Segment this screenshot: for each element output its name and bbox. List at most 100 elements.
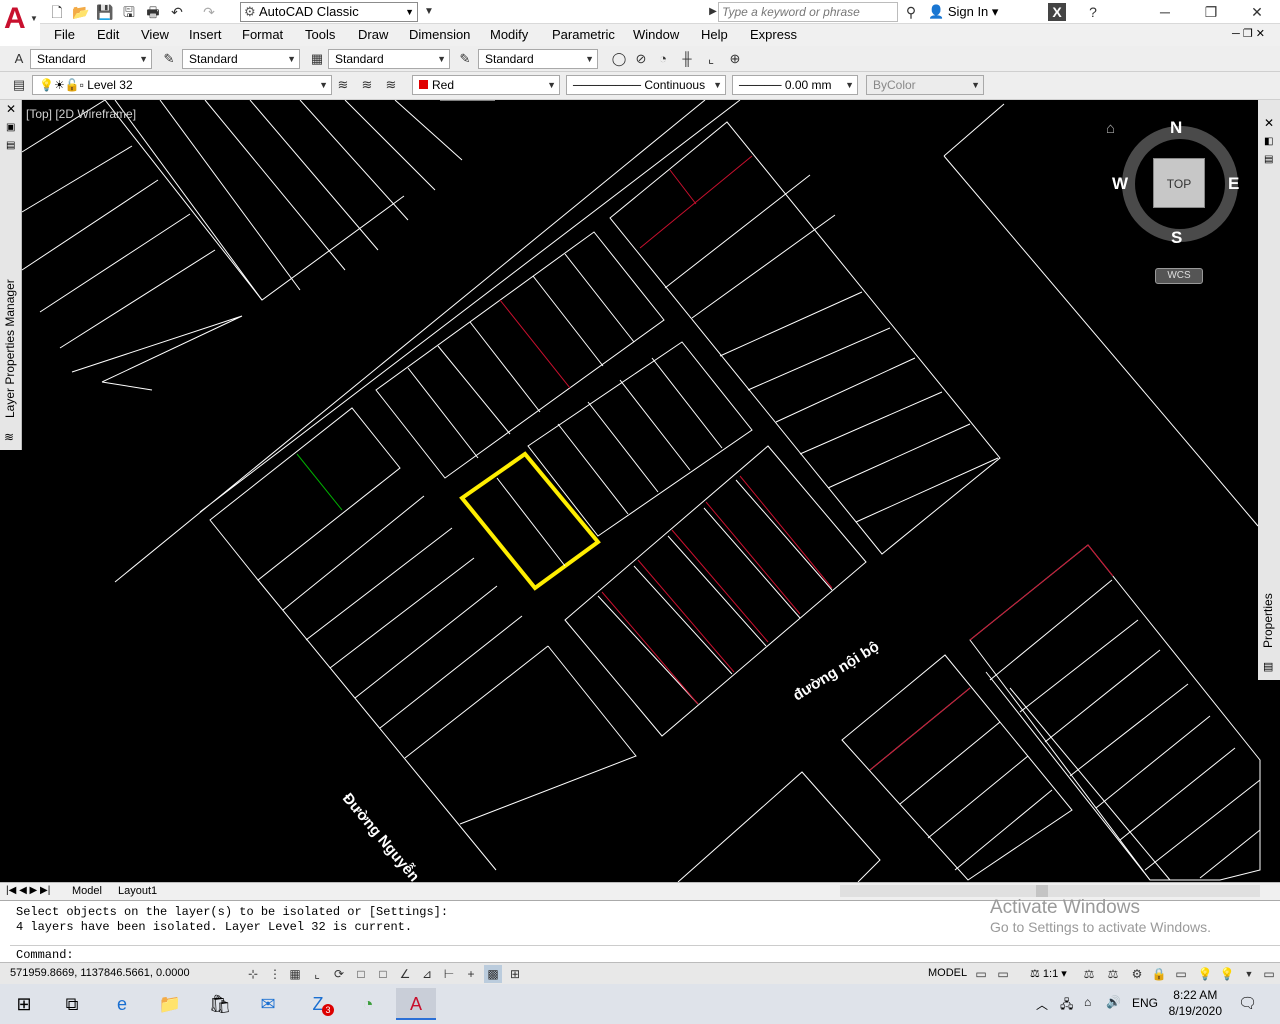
ortho-icon[interactable]: ⌞ bbox=[308, 965, 326, 983]
menu-edit[interactable]: Edit bbox=[97, 27, 119, 42]
plotstyle-select[interactable]: ByColor ▼ bbox=[866, 75, 984, 95]
menu-window[interactable]: Window bbox=[633, 27, 679, 42]
properties-icon[interactable]: ▤ bbox=[1264, 154, 1273, 165]
viewcube[interactable]: TOP N S E W WCS ⌂ bbox=[1106, 116, 1242, 286]
file-explorer-icon[interactable]: 📁 bbox=[150, 988, 190, 1020]
command-input[interactable]: Command: bbox=[10, 945, 1280, 963]
hardware-accel-icon[interactable]: ▭ bbox=[1172, 965, 1190, 983]
app-menu-button[interactable]: A ▼ bbox=[0, 0, 40, 46]
make-current-icon[interactable]: ≋ bbox=[334, 76, 352, 94]
isolate-objects-icon[interactable]: 💡 bbox=[1196, 965, 1214, 983]
menu-file[interactable]: File bbox=[54, 27, 75, 42]
store-icon[interactable]: 🛍 bbox=[200, 988, 240, 1020]
menu-help[interactable]: Help bbox=[701, 27, 728, 42]
isolate-objects-icon[interactable]: 💡 bbox=[1218, 965, 1236, 983]
autohide-icon[interactable]: ◧ bbox=[1264, 136, 1273, 147]
autoscale-icon[interactable]: ⚖ bbox=[1104, 965, 1122, 983]
new-icon[interactable]: 🗋 bbox=[48, 3, 66, 21]
tab-layout1[interactable]: Layout1 bbox=[118, 885, 157, 897]
menu-parametric[interactable]: Parametric bbox=[552, 27, 615, 42]
minimize-icon[interactable]: ─ bbox=[1142, 0, 1188, 24]
layer-properties-palette[interactable]: ✕ ▣ ▤ Layer Properties Manager ≋ bbox=[0, 100, 22, 450]
open-icon[interactable]: 📂 bbox=[72, 3, 90, 21]
compass-north[interactable]: N bbox=[1170, 118, 1182, 138]
status-menu-icon[interactable]: ▼ bbox=[1240, 965, 1258, 983]
dim-style-icon[interactable]: ✎ bbox=[160, 50, 178, 68]
annotation-visibility-icon[interactable]: ⚖ bbox=[1080, 965, 1098, 983]
annotation-scale[interactable]: ⚖ 1:1 ▾ bbox=[1030, 967, 1067, 980]
menu-draw[interactable]: Draw bbox=[358, 27, 388, 42]
lineweight-select[interactable]: ───── 0.00 mm ▼ bbox=[732, 75, 858, 95]
grid-icon[interactable]: ╫ bbox=[678, 50, 696, 68]
close-icon[interactable]: ✕ bbox=[6, 102, 16, 116]
lock-icon[interactable]: 🔒 bbox=[1150, 965, 1168, 983]
layer-manager-icon[interactable]: ▤ bbox=[10, 76, 28, 94]
undo-icon[interactable]: ↶ bbox=[168, 3, 186, 21]
binoculars-icon[interactable]: ⚲ bbox=[902, 3, 920, 21]
close-icon[interactable]: ✕ bbox=[1264, 116, 1274, 130]
menu-view[interactable]: View bbox=[141, 27, 169, 42]
exchange-icon[interactable]: X bbox=[1048, 3, 1066, 21]
text-style-select[interactable]: Standard ▼ bbox=[30, 49, 152, 69]
qp-icon[interactable]: ⊞ bbox=[506, 965, 524, 983]
sign-in-button[interactable]: 👤 Sign In ▾ bbox=[928, 4, 998, 20]
layer-previous-icon[interactable]: ≋ bbox=[358, 76, 376, 94]
plot-icon[interactable]: 🖶 bbox=[144, 3, 162, 21]
viewport-label[interactable]: [Top] [2D Wireframe] bbox=[26, 107, 136, 121]
compass-east[interactable]: E bbox=[1228, 174, 1239, 194]
layers-icon[interactable]: ≋ bbox=[4, 430, 14, 444]
ellipse-icon[interactable]: ◔ bbox=[654, 50, 672, 68]
polar-icon[interactable]: ⟳ bbox=[330, 965, 348, 983]
redo-icon[interactable]: ↷ bbox=[200, 3, 218, 21]
dyn-icon[interactable]: ⊢ bbox=[440, 965, 458, 983]
menu-dimension[interactable]: Dimension bbox=[409, 27, 470, 42]
infer-icon[interactable]: ⊹ bbox=[244, 965, 262, 983]
menu-tools[interactable]: Tools bbox=[305, 27, 335, 42]
coordinates-readout[interactable]: 571959.8669, 1137846.5661, 0.0000 bbox=[10, 967, 190, 979]
edge-icon[interactable]: e bbox=[102, 988, 142, 1020]
zalo-icon[interactable]: Z bbox=[298, 988, 338, 1020]
osnap-icon[interactable]: □ bbox=[352, 965, 370, 983]
linetype-select[interactable]: ──────── Continuous ▼ bbox=[566, 75, 726, 95]
viewcube-top-face[interactable]: TOP bbox=[1153, 158, 1205, 208]
circle-icon[interactable]: ◯ bbox=[610, 50, 628, 68]
grid-icon[interactable]: ▦ bbox=[286, 965, 304, 983]
mleader-style-icon[interactable]: ✎ bbox=[456, 50, 474, 68]
text-style-icon[interactable]: A bbox=[10, 50, 28, 68]
menu-format[interactable]: Format bbox=[242, 27, 283, 42]
quick-view-drawings-icon[interactable]: ▭ bbox=[994, 965, 1012, 983]
save-icon[interactable]: 💾 bbox=[96, 3, 114, 21]
menu-express[interactable]: Express bbox=[750, 27, 797, 42]
color-select[interactable]: Red ▼ bbox=[412, 75, 560, 95]
wifi-icon[interactable]: ⌂ bbox=[1084, 995, 1091, 1009]
3dosnap-icon[interactable]: □ bbox=[374, 965, 392, 983]
model-space-button[interactable]: MODEL bbox=[928, 967, 967, 979]
dim-style-select[interactable]: Standard ▼ bbox=[182, 49, 300, 69]
ducs-icon[interactable]: ⊿ bbox=[418, 965, 436, 983]
layer-select[interactable]: 💡☀🔓▫ Level 32 ▼ bbox=[32, 75, 332, 95]
compass-west[interactable]: W bbox=[1112, 174, 1128, 194]
properties-palette[interactable]: ✕ ◧ ▤ Properties ▤ bbox=[1258, 100, 1280, 680]
no-circle-icon[interactable]: ⊘ bbox=[632, 50, 650, 68]
chart-icon[interactable]: ⌞ bbox=[702, 50, 720, 68]
tab-nav-arrows[interactable]: |◀ ◀ ▶ ▶| bbox=[6, 885, 50, 896]
table-style-icon[interactable]: ▦ bbox=[308, 50, 326, 68]
mail-icon[interactable]: ✉ bbox=[248, 988, 288, 1020]
volume-icon[interactable]: 🔊 bbox=[1106, 995, 1121, 1009]
notifications-icon[interactable]: 🗨 bbox=[1238, 994, 1257, 1012]
clock[interactable]: 8:22 AM 8/19/2020 bbox=[1169, 987, 1222, 1019]
transparency-icon[interactable]: ▩ bbox=[484, 965, 502, 983]
restore-icon[interactable]: ❐ bbox=[1188, 0, 1234, 24]
compass-south[interactable]: S bbox=[1171, 228, 1182, 248]
help-icon[interactable]: ? bbox=[1084, 3, 1102, 21]
menu-insert[interactable]: Insert bbox=[189, 27, 222, 42]
language-indicator[interactable]: ENG bbox=[1132, 996, 1158, 1010]
tab-model[interactable]: Model bbox=[72, 885, 102, 897]
tray-chevron-icon[interactable]: ︿ bbox=[1036, 996, 1048, 1013]
properties-icon[interactable]: ▤ bbox=[1263, 660, 1273, 673]
workspace-select[interactable]: ⚙ AutoCAD Classic ▼ bbox=[240, 2, 418, 22]
menu-modify[interactable]: Modify bbox=[490, 27, 528, 42]
clean-screen-icon[interactable]: ▭ bbox=[1260, 965, 1278, 983]
otrack-icon[interactable]: ∠ bbox=[396, 965, 414, 983]
close-icon[interactable]: ✕ bbox=[1234, 0, 1280, 24]
